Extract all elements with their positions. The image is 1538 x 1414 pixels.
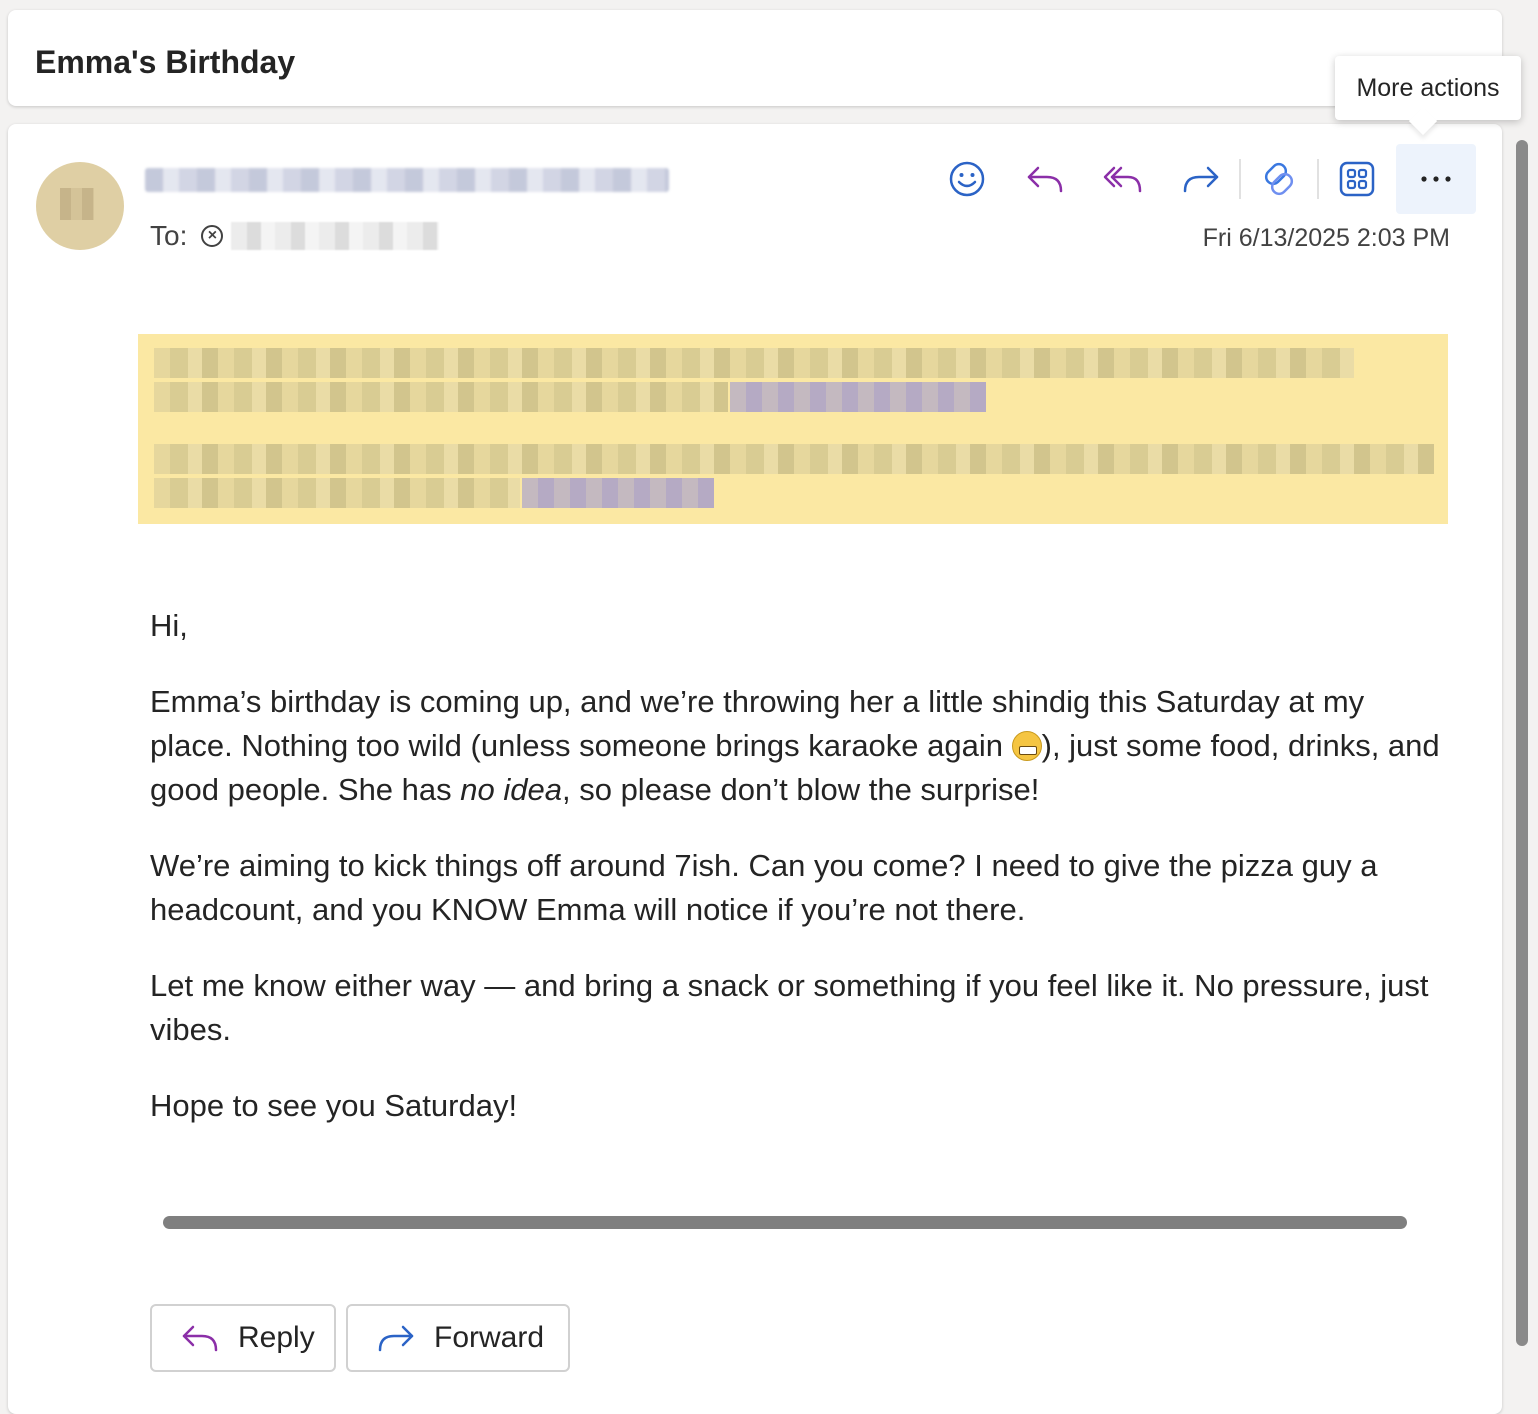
forward-button[interactable] (1162, 144, 1240, 214)
reply-button[interactable] (1006, 144, 1084, 214)
recipient-redacted[interactable] (231, 222, 440, 250)
forward-footer-button[interactable]: Forward (346, 1304, 570, 1372)
paragraph-4: Hope to see you Saturday! (150, 1088, 518, 1123)
message-timestamp: Fri 6/13/2025 2:03 PM (1202, 224, 1450, 252)
vertical-scrollbar[interactable] (1516, 140, 1528, 1346)
paragraph-3: Let me know either way — and bring a sna… (150, 968, 1429, 1047)
reply-footer-button[interactable]: Reply (150, 1304, 336, 1372)
more-actions-tooltip: More actions (1335, 56, 1521, 120)
smiley-icon (949, 161, 985, 197)
reply-label: Reply (238, 1321, 315, 1354)
apps-grid-icon (1339, 161, 1375, 197)
forward-icon (1183, 166, 1219, 193)
to-label: To: (150, 220, 188, 251)
message-toolbar (928, 144, 1476, 214)
more-actions-button[interactable] (1396, 144, 1476, 214)
remove-recipient-icon[interactable]: × (201, 225, 224, 247)
subject-card: Emma's Birthday (8, 10, 1502, 106)
paragraph-1: Emma’s birthday is coming up, and we’re … (150, 684, 1440, 807)
reply-icon (1027, 166, 1063, 193)
copilot-icon (1264, 162, 1294, 196)
recipient-row: To: × (150, 220, 440, 252)
forward-label: Forward (434, 1321, 545, 1354)
reply-all-icon (1103, 166, 1142, 193)
grimacing-emoji-icon (1011, 731, 1042, 761)
copilot-button[interactable] (1240, 144, 1318, 214)
email-subject: Emma's Birthday (35, 44, 296, 80)
horizontal-scrollbar[interactable] (163, 1216, 1407, 1229)
reply-icon (182, 1325, 218, 1352)
apps-button[interactable] (1318, 144, 1396, 214)
message-body: Hi, Emma’s birthday is coming up, and we… (150, 604, 1450, 1160)
reply-all-button[interactable] (1084, 144, 1162, 214)
external-sender-banner-redacted (138, 334, 1448, 524)
message-card: To: × Fri 6/13/2025 2:03 PM Hi, Emma’s b… (8, 124, 1502, 1414)
sender-name-redacted[interactable] (145, 168, 669, 192)
paragraph-2: We’re aiming to kick things off around 7… (150, 848, 1378, 927)
sender-avatar[interactable] (36, 162, 124, 250)
more-icon (1421, 176, 1451, 182)
greeting: Hi, (150, 608, 188, 643)
forward-icon (378, 1325, 414, 1352)
emoji-reaction-button[interactable] (928, 144, 1006, 214)
